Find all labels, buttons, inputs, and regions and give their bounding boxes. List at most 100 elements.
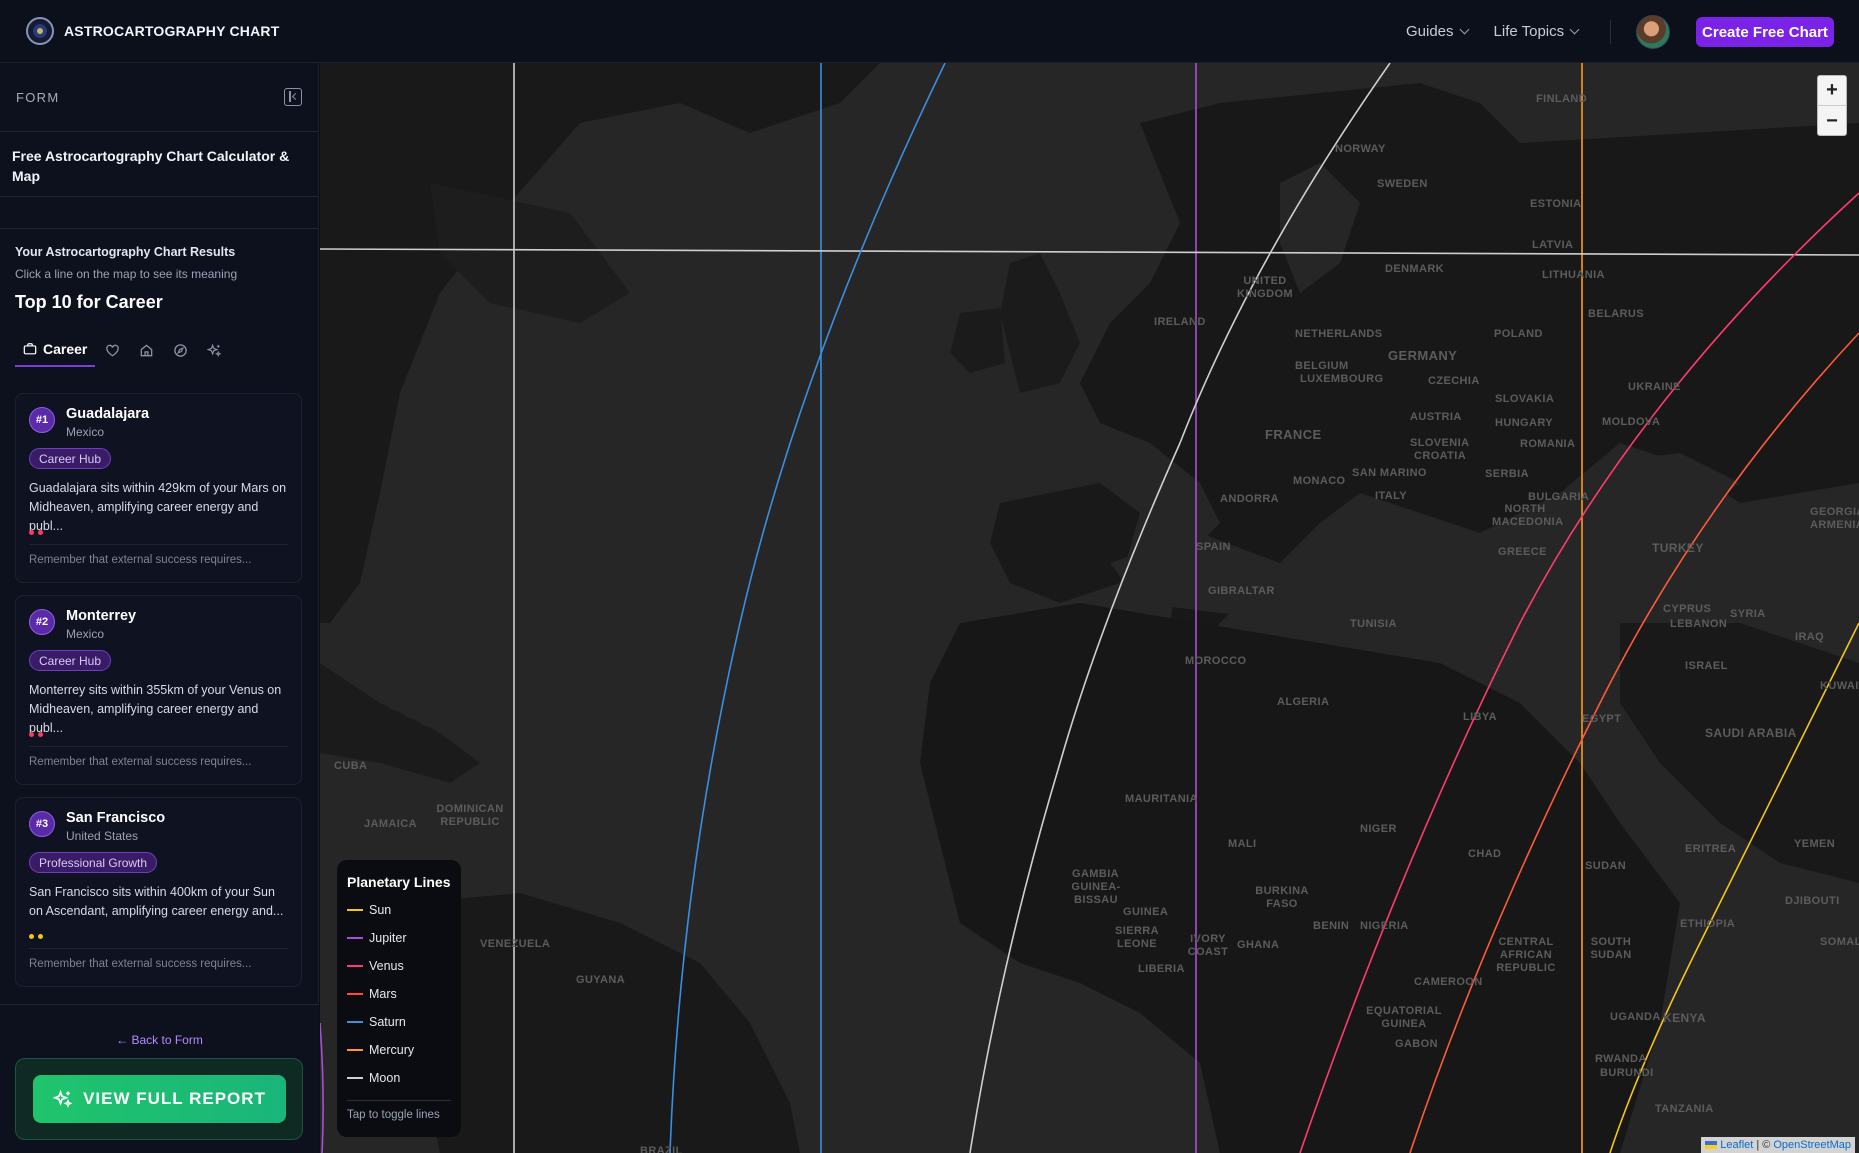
map-label: CENTRAL AFRICAN REPUBLIC [1496,936,1556,974]
map-label: MOLDOVA [1602,416,1661,428]
attribution-separator: | © [1756,1139,1771,1151]
map-label: SLOVAKIA [1495,393,1555,405]
map-label: GUYANA [576,974,626,986]
legend-item-moon[interactable]: Moon [347,1070,451,1086]
map-label: DENMARK [1385,263,1445,275]
tab-spiritual[interactable] [197,333,231,367]
tab-travel[interactable] [163,333,197,367]
legend-label: Sun [369,903,392,917]
nav-guides-label: Guides [1406,23,1454,40]
result-card[interactable]: #2 Monterrey Mexico Career Hub Monterrey… [15,595,302,785]
tab-career[interactable]: Career [15,333,96,367]
map-label: IVORY COAST [1187,933,1229,958]
legend-item-saturn[interactable]: Saturn [347,1014,451,1030]
leaflet-link[interactable]: Leaflet [1720,1139,1753,1151]
form-title[interactable]: Free Astrocartography Chart Calculator &… [0,132,318,197]
result-card[interactable]: #3 San Francisco United States Professio… [15,797,302,987]
chevron-down-icon [1459,24,1469,35]
nav-guides[interactable]: Guides [1406,23,1469,40]
planet-dot [38,530,43,535]
planetary-lines-legend: Planetary Lines Sun Jupiter Venus Mars S… [337,860,461,1137]
brand[interactable]: ASTROCARTOGRAPHY CHART [26,17,279,45]
sparkles-icon [53,1089,73,1108]
city-name: San Francisco [66,810,166,826]
map-label: BELGIUM [1295,360,1349,372]
legend-label: Mars [369,987,397,1001]
map-label: SERBIA [1485,468,1529,480]
back-to-form-link[interactable]: ← Back to Form [0,1033,319,1047]
category-tag: Professional Growth [29,852,158,873]
map-label: ESTONIA [1530,198,1582,210]
legend-item-mars[interactable]: Mars [347,986,451,1002]
view-full-report-button[interactable]: VIEW FULL REPORT [33,1075,286,1123]
sparkles-icon [206,343,222,357]
legend-label: Moon [369,1071,401,1085]
map-label: GREECE [1498,546,1547,558]
chevron-down-icon [1569,24,1580,35]
map-landmass [320,63,1859,1153]
view-full-report-label: VIEW FULL REPORT [83,1089,266,1108]
map-label: BURKINA FASO [1255,885,1309,910]
zoom-in-button[interactable]: + [1818,76,1846,106]
legend-label: Saturn [369,1015,406,1029]
legend-swatch [347,1049,363,1051]
zoom-out-button[interactable]: − [1818,106,1846,135]
planet-dots [29,530,43,535]
rank-badge: #1 [29,407,55,433]
map-label: GERMANY [1388,348,1458,363]
map-label: ETHIOPIA [1680,918,1736,930]
country-name: Mexico [66,425,105,439]
map-label: DJIBOUTI [1785,895,1840,907]
map-label: CHAD [1468,848,1502,860]
map-label: NIGER [1360,823,1397,835]
map-label: HUNGARY [1495,417,1554,429]
openstreetmap-link[interactable]: OpenStreetMap [1773,1139,1851,1151]
city-name: Guadalajara [66,406,150,422]
nav-life-topics[interactable]: Life Topics [1493,23,1580,40]
map-label: GUINEA [1123,906,1169,918]
map-label: SOMALIA [1820,936,1859,948]
tab-career-label: Career [43,341,88,357]
map-label: TUNISIA [1350,618,1397,630]
map-label: BELARUS [1588,308,1644,320]
map-label: NORWAY [1335,143,1386,155]
city-description: Guadalajara sits within 429km of your Ma… [29,481,287,533]
map-label: MOROCCO [1185,655,1247,667]
report-button-container: VIEW FULL REPORT [15,1058,303,1140]
map-label: SLOVENIA [1410,437,1470,449]
city-description: Monterrey sits within 355km of your Venu… [29,683,282,735]
map-label: DOMINICAN REPUBLIC [436,803,504,828]
tab-home[interactable] [129,333,163,367]
form-collapsed-area [0,197,318,229]
world-map[interactable]: NORWAY SWEDEN FINLAND ESTONIA LATVIA LIT… [320,63,1859,1153]
planet-dot [29,732,34,737]
map-label: RWANDA [1595,1053,1647,1065]
map-label: GAMBIA [1072,868,1120,880]
collapse-sidebar-icon[interactable] [284,88,302,106]
main-nav: Guides Life Topics [1406,0,1580,63]
advice-text: Remember that external success requires.… [29,958,252,970]
create-free-chart-button[interactable]: Create Free Chart [1696,17,1834,47]
card-divider [29,948,288,949]
nav-life-topics-label: Life Topics [1493,23,1565,40]
tab-love[interactable] [95,333,129,367]
user-avatar[interactable] [1636,15,1670,49]
topic-tabs: Career [15,333,303,367]
planet-dot [38,934,43,939]
legend-item-sun[interactable]: Sun [347,902,451,918]
map-label: CROATIA [1414,450,1467,462]
map-label: CYPRUS [1663,603,1712,615]
legend-item-venus[interactable]: Venus [347,958,451,974]
map-label: ARMENIA [1810,519,1859,531]
map-label: CAMEROON [1414,976,1483,988]
result-card[interactable]: #1 Guadalajara Mexico Career Hub Guadala… [15,393,302,583]
map-label: SAUDI ARABIA [1705,726,1797,740]
legend-label: Venus [369,959,404,973]
sidebar-section-label: FORM [16,89,60,105]
legend-item-mercury[interactable]: Mercury [347,1042,451,1058]
legend-swatch [347,1077,363,1079]
map-label: TURKEY [1652,541,1704,555]
legend-item-jupiter[interactable]: Jupiter [347,930,451,946]
map-label: LATVIA [1532,239,1574,251]
sidebar-footer: ← Back to Form VIEW FULL REPORT [0,1004,319,1153]
